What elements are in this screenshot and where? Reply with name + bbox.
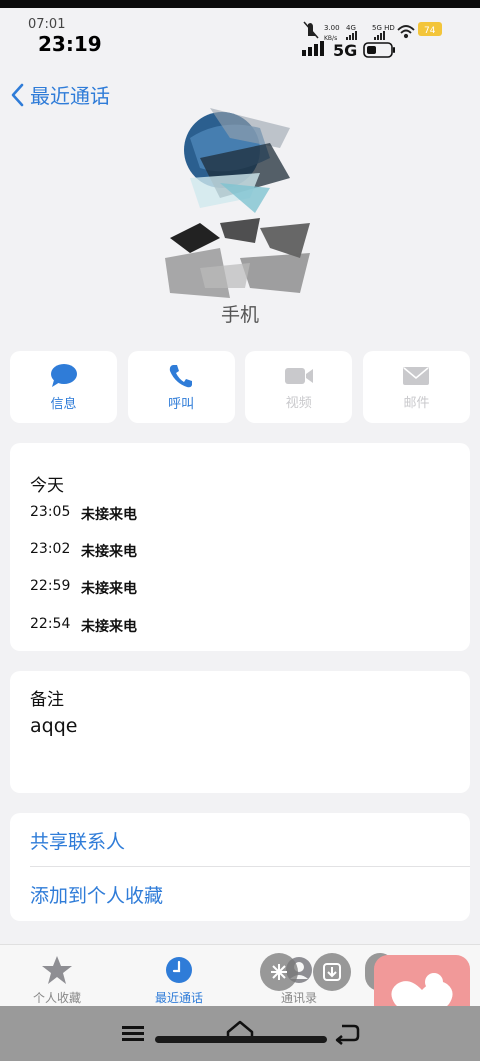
chevron-left-icon bbox=[11, 83, 24, 106]
call-label: 呼叫 bbox=[168, 396, 195, 412]
divider bbox=[30, 866, 470, 867]
video-camera-icon bbox=[284, 367, 313, 384]
notes-label: 备注 bbox=[30, 690, 64, 710]
status-icons: 3.00 KB/s 4G 5G HD 74 5G bbox=[300, 18, 450, 60]
message-label: 信息 bbox=[50, 396, 77, 412]
call-history-card: 今天 23:05 未接来电 23:02 未接来电 22:59 未接来电 22:5… bbox=[10, 443, 470, 651]
share-contact-link[interactable]: 共享联系人 bbox=[30, 827, 125, 854]
floating-tool-button[interactable] bbox=[260, 953, 298, 991]
call-button[interactable]: 呼叫 bbox=[127, 351, 235, 423]
battery-badge-text: 74 bbox=[424, 26, 436, 36]
status-time: 23:19 bbox=[38, 32, 102, 56]
phone-icon bbox=[169, 364, 193, 387]
status-small-time: 07:01 bbox=[28, 17, 66, 32]
star-icon bbox=[42, 956, 72, 984]
contact-name: 手机 bbox=[220, 304, 259, 326]
action-row: 信息 呼叫 视频 邮件 bbox=[10, 351, 470, 423]
signal-strong-icon bbox=[302, 41, 324, 56]
video-label: 视频 bbox=[285, 395, 312, 411]
message-button[interactable]: 信息 bbox=[10, 351, 117, 423]
call-status: 未接来电 bbox=[81, 581, 137, 597]
notes-card[interactable]: 备注 aqqe bbox=[10, 671, 470, 793]
call-row: 23:05 未接来电 bbox=[30, 504, 137, 524]
status-net-4g: 4G bbox=[346, 24, 356, 32]
clock-icon bbox=[166, 957, 192, 983]
back-label: 最近通话 bbox=[30, 84, 110, 108]
call-day-label: 今天 bbox=[30, 476, 64, 496]
tab-recents[interactable]: 最近通话 bbox=[155, 955, 203, 1006]
add-favorite-link[interactable]: 添加到个人收藏 bbox=[30, 881, 163, 908]
mail-button[interactable]: 邮件 bbox=[362, 351, 470, 423]
menu-icon[interactable] bbox=[122, 1026, 144, 1041]
back-button[interactable]: 最近通话 bbox=[10, 80, 110, 109]
sparkle-icon bbox=[271, 964, 287, 980]
floating-download-button[interactable] bbox=[313, 953, 351, 991]
signal-small-icon bbox=[346, 31, 357, 40]
status-bar: 07:01 23:19 3.00 KB/s 4G 5G HD 74 5G bbox=[0, 8, 480, 60]
tab-recents-label: 最近通话 bbox=[155, 991, 204, 1005]
call-time: 22:54 bbox=[30, 616, 71, 632]
notes-value: aqqe bbox=[30, 715, 78, 737]
tab-contacts-label: 通讯录 bbox=[281, 991, 318, 1005]
wifi-icon bbox=[397, 25, 415, 39]
top-edge bbox=[0, 0, 480, 8]
back-nav-icon[interactable] bbox=[335, 1024, 360, 1045]
call-row: 22:54 未接来电 bbox=[30, 616, 137, 636]
call-time: 22:59 bbox=[30, 578, 71, 594]
status-speed: 3.00 bbox=[324, 24, 340, 32]
mail-label: 邮件 bbox=[403, 395, 430, 411]
mute-icon bbox=[303, 21, 319, 39]
status-network: 5G bbox=[333, 41, 357, 58]
call-time: 23:02 bbox=[30, 541, 71, 557]
mail-icon bbox=[403, 366, 430, 385]
call-row: 23:02 未接来电 bbox=[30, 541, 137, 561]
call-time: 23:05 bbox=[30, 504, 71, 520]
status-net-5ghd: 5G HD bbox=[372, 24, 395, 32]
battery-icon bbox=[363, 42, 395, 58]
call-status: 未接来电 bbox=[81, 507, 137, 523]
home-indicator[interactable] bbox=[155, 1036, 327, 1043]
call-status: 未接来电 bbox=[81, 619, 137, 635]
contact-avatar bbox=[160, 88, 320, 308]
tab-favorites[interactable]: 个人收藏 bbox=[33, 955, 81, 1006]
tab-favorites-label: 个人收藏 bbox=[33, 991, 82, 1005]
message-bubble-icon bbox=[50, 363, 77, 387]
download-icon bbox=[323, 963, 341, 981]
links-card: 共享联系人 添加到个人收藏 bbox=[10, 813, 470, 921]
video-button[interactable]: 视频 bbox=[245, 351, 353, 423]
call-row: 22:59 未接来电 bbox=[30, 578, 137, 598]
signal-small-2-icon bbox=[374, 31, 385, 40]
system-nav-bar bbox=[0, 1006, 480, 1061]
call-status: 未接来电 bbox=[81, 544, 137, 560]
